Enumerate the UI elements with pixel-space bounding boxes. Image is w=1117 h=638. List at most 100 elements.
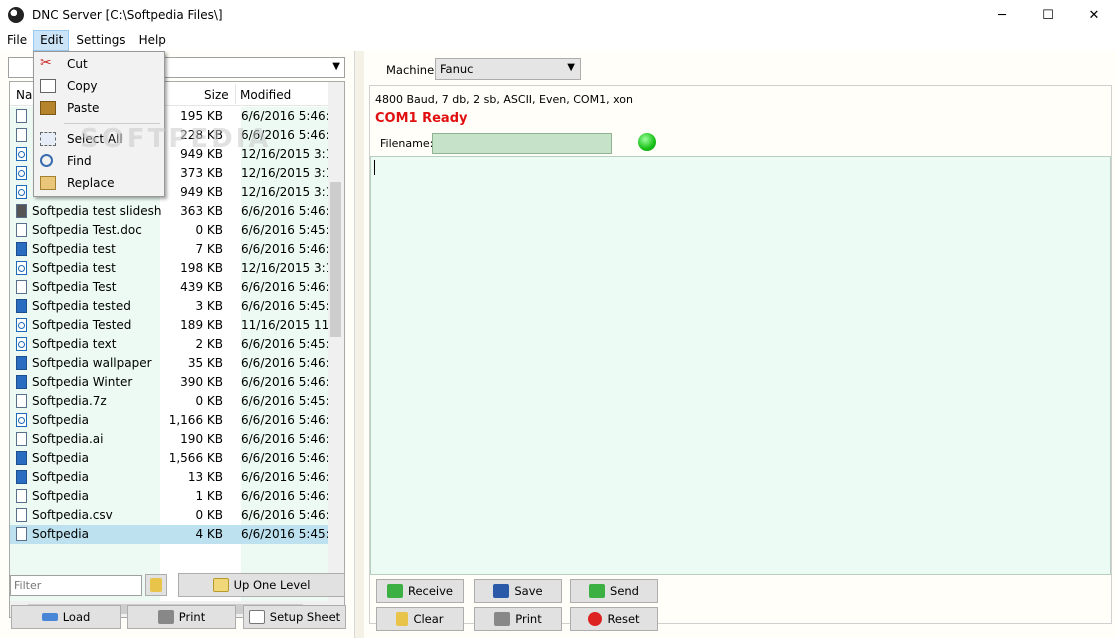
app-icon [8, 7, 24, 23]
table-row[interactable]: Softpedia text 2 KB 6/6/2016 5:45:59 [10, 335, 330, 354]
clear-button[interactable]: Clear [376, 607, 464, 631]
file-size: 0 KB [195, 508, 223, 522]
file-icon [16, 356, 27, 370]
vertical-scrollbar[interactable] [328, 82, 344, 617]
scroll-thumb[interactable] [330, 182, 341, 337]
table-row[interactable]: Softpedia 1,166 KB 6/6/2016 5:46:01 [10, 411, 330, 430]
table-row[interactable]: Softpedia test 198 KB 12/16/2015 3:19: [10, 259, 330, 278]
file-modified: 6/6/2016 5:45:59 [241, 299, 330, 313]
reset-label: Reset [607, 612, 640, 626]
save-button[interactable]: Save [474, 579, 562, 603]
file-name: Softpedia Tested [32, 318, 132, 332]
table-row[interactable]: Softpedia Test.doc 0 KB 6/6/2016 5:45:59 [10, 221, 330, 240]
chevron-down-icon: ▼ [332, 61, 340, 72]
file-modified: 6/6/2016 5:45:59 [241, 394, 330, 408]
file-name: Softpedia test [32, 261, 116, 275]
file-size: 13 KB [187, 470, 223, 484]
load-button[interactable]: Load [11, 605, 121, 629]
file-name: Softpedia Test.doc [32, 223, 142, 237]
table-row[interactable]: Softpedia.csv 0 KB 6/6/2016 5:46:04 [10, 506, 330, 525]
maximize-button[interactable]: ☐ [1025, 0, 1071, 30]
file-modified: 12/16/2015 3:19: [241, 166, 330, 180]
broom-icon [150, 578, 162, 592]
load-arrow-icon [41, 613, 58, 621]
table-row[interactable]: Softpedia.7z 0 KB 6/6/2016 5:45:59 [10, 392, 330, 411]
table-row[interactable]: Softpedia wallpaper 35 KB 6/6/2016 5:46:01 [10, 354, 330, 373]
menu-settings[interactable]: Settings [69, 30, 131, 51]
file-size: 189 KB [180, 318, 223, 332]
menu-item-cut[interactable]: ✂ Cut [34, 53, 164, 75]
table-row[interactable]: Softpedia 13 KB 6/6/2016 5:46:01 [10, 468, 330, 487]
receive-arrow-icon [386, 584, 403, 598]
window-title: DNC Server [C:\Softpedia Files\] [32, 8, 223, 22]
table-row[interactable]: Softpedia tested 3 KB 6/6/2016 5:45:59 [10, 297, 330, 316]
file-size: 195 KB [180, 109, 223, 123]
text-caret [374, 160, 375, 175]
file-size: 1,166 KB [168, 413, 223, 427]
menu-item-copy[interactable]: Copy [34, 75, 164, 97]
table-row[interactable]: Softpedia test slidesh... 363 KB 6/6/2016 … [10, 202, 330, 221]
print-file-button[interactable]: Print [127, 605, 236, 629]
file-icon [16, 242, 27, 256]
file-icon [16, 489, 27, 503]
port-panel: 4800 Baud, 7 db, 2 sb, ASCII, Even, COM1… [369, 85, 1112, 624]
sheet-icon [248, 610, 265, 624]
menu-file[interactable]: File [0, 30, 33, 51]
column-size[interactable]: Size [204, 88, 229, 102]
select-all-icon [40, 132, 56, 146]
column-name[interactable]: Na [16, 88, 32, 102]
print-button[interactable]: Print [474, 607, 562, 631]
table-row[interactable]: Softpedia Tested 189 KB 11/16/2015 11:48 [10, 316, 330, 335]
file-modified: 6/6/2016 5:46:04 [241, 204, 330, 218]
menu-item-paste[interactable]: Paste [34, 97, 164, 119]
send-button[interactable]: Send [570, 579, 658, 603]
file-modified: 11/16/2015 11:48 [241, 318, 330, 332]
menu-edit[interactable]: Edit [33, 30, 70, 51]
file-modified: 6/6/2016 5:45:59 [241, 223, 330, 237]
file-modified: 12/16/2015 3:19: [241, 185, 330, 199]
table-row[interactable]: Softpedia 4 KB 6/6/2016 5:45:59 [10, 525, 330, 544]
machine-select[interactable]: Fanuc ▼ [435, 58, 581, 80]
file-icon [16, 223, 27, 237]
reset-button[interactable]: Reset [570, 607, 658, 631]
paste-icon [40, 101, 56, 115]
pane-splitter[interactable] [354, 51, 364, 638]
file-modified: 6/6/2016 5:46:01 [241, 413, 330, 427]
file-name: Softpedia [32, 470, 89, 484]
menu-help[interactable]: Help [132, 30, 172, 51]
clear-filter-button[interactable] [145, 574, 167, 596]
minimize-button[interactable]: ─ [979, 0, 1025, 30]
broom-icon [396, 612, 409, 626]
file-name: Softpedia text [32, 337, 117, 351]
file-icon [16, 261, 27, 275]
scissors-icon: ✂ [40, 55, 52, 71]
file-icon [16, 147, 27, 161]
setup-sheet-button[interactable]: Setup Sheet [243, 605, 346, 629]
table-row[interactable]: Softpedia test 7 KB 6/6/2016 5:46:04 [10, 240, 330, 259]
column-modified[interactable]: Modified [240, 88, 291, 102]
table-row[interactable]: Softpedia 1 KB 6/6/2016 5:46:00 [10, 487, 330, 506]
table-row[interactable]: Softpedia 1,566 KB 6/6/2016 5:46:05 [10, 449, 330, 468]
filter-input[interactable]: Filter [10, 575, 142, 596]
file-icon [16, 375, 27, 389]
program-editor[interactable] [370, 156, 1111, 575]
printer-icon [494, 612, 511, 626]
up-one-level-label: Up One Level [233, 578, 311, 592]
file-name: Softpedia.csv [32, 508, 113, 522]
table-row[interactable]: Softpedia Test 439 KB 6/6/2016 5:46:01 [10, 278, 330, 297]
filename-input[interactable] [432, 133, 612, 154]
file-icon [16, 166, 27, 180]
setup-sheet-label: Setup Sheet [269, 610, 341, 624]
file-name: Softpedia Winter [32, 375, 133, 389]
close-button[interactable]: ✕ [1071, 0, 1117, 30]
receive-button[interactable]: Receive [376, 579, 464, 603]
file-modified: 6/6/2016 5:45:59 [241, 527, 330, 541]
table-row[interactable]: Softpedia Winter 390 KB 6/6/2016 5:46:00 [10, 373, 330, 392]
print-editor-label: Print [515, 612, 542, 626]
file-modified: 6/6/2016 5:46:04 [241, 432, 330, 446]
table-row[interactable]: Softpedia.ai 190 KB 6/6/2016 5:46:04 [10, 430, 330, 449]
menu-item-replace[interactable]: Replace [34, 172, 164, 194]
file-icon [16, 470, 27, 484]
up-one-level-button[interactable]: Up One Level [178, 573, 345, 597]
file-icon [16, 318, 27, 332]
